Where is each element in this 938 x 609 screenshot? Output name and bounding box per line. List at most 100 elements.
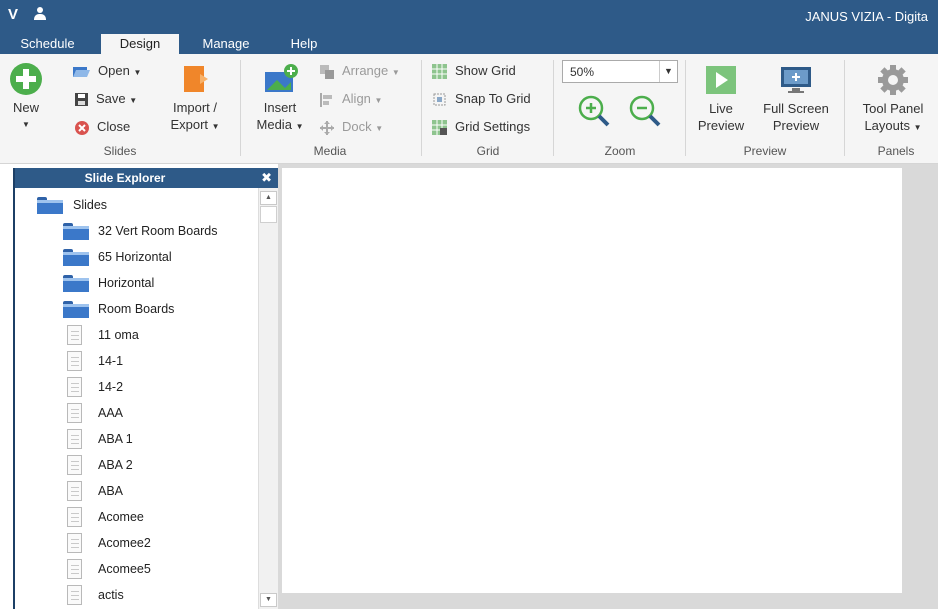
grid-settings-icon	[432, 120, 447, 136]
chevron-down-icon: ▼	[913, 123, 922, 132]
zoom-in-button[interactable]	[577, 94, 611, 128]
import-export-icon	[184, 66, 208, 92]
dock-button[interactable]: Dock ▼	[320, 118, 383, 138]
slide-item[interactable]: 14-1	[67, 348, 253, 374]
insert-image-icon	[265, 64, 298, 92]
folder-open-icon	[37, 197, 63, 214]
group-label-slides: Slides	[103, 144, 137, 158]
user-icon[interactable]	[34, 7, 46, 21]
group-label-preview: Preview	[743, 144, 787, 158]
tool-panel-label-1: Tool Panel	[862, 101, 924, 116]
new-label: New	[12, 100, 39, 115]
group-divider	[240, 60, 241, 156]
add-icon	[10, 63, 42, 95]
show-grid-button[interactable]: Show Grid	[432, 62, 516, 82]
align-button[interactable]: Align ▼	[320, 90, 382, 110]
group-label-media: Media	[313, 144, 347, 158]
folder-icon	[63, 301, 89, 318]
move-icon	[320, 120, 334, 135]
open-button[interactable]: Open ▼	[73, 62, 141, 82]
document-icon	[67, 351, 82, 371]
zoom-out-button[interactable]	[628, 94, 662, 128]
snap-to-grid-button[interactable]: Snap To Grid	[432, 90, 531, 110]
close-label: Close	[97, 119, 131, 134]
group-divider	[553, 60, 554, 156]
tree-scrollbar[interactable]: ▲ ▼	[258, 188, 278, 609]
slide-canvas[interactable]	[282, 168, 902, 593]
tool-panel-layouts-button[interactable]: Tool Panel Layouts ▼	[852, 64, 934, 136]
document-icon	[67, 507, 82, 527]
slide-tree: Slides 32 Vert Room Boards 65 Horizontal…	[15, 188, 257, 609]
chevron-down-icon: ▼	[374, 96, 383, 105]
close-button[interactable]: Close	[75, 118, 130, 138]
chevron-down-icon: ▼	[295, 122, 304, 131]
grid-icon	[432, 64, 447, 80]
slide-explorer-panel: Slide Explorer ✖ Slides 32 Vert Room Boa…	[13, 168, 278, 609]
zoom-out-icon	[629, 95, 661, 127]
document-icon	[67, 429, 82, 449]
folder-item[interactable]: 32 Vert Room Boards	[63, 218, 253, 244]
slide-label: Acomee	[98, 510, 144, 524]
grid-settings-button[interactable]: Grid Settings	[432, 118, 530, 138]
slide-item[interactable]: 14-2	[67, 374, 253, 400]
scroll-up-icon[interactable]: ▲	[260, 191, 277, 205]
slide-label: Acomee5	[98, 562, 151, 576]
slide-item[interactable]: ABA 2	[67, 452, 253, 478]
scroll-down-icon[interactable]: ▼	[260, 593, 277, 607]
ribbon: New ▼ Open ▼ Save ▼ Close Import / Expor…	[0, 54, 938, 164]
slide-item[interactable]: AAA	[67, 400, 253, 426]
tab-schedule[interactable]: Schedule	[10, 34, 85, 54]
tree-root-slides[interactable]: Slides	[37, 192, 247, 218]
slide-item[interactable]: Acomee2	[67, 530, 253, 556]
folder-label: 32 Vert Room Boards	[98, 224, 218, 238]
tab-help[interactable]: Help	[276, 34, 332, 54]
document-icon	[67, 533, 82, 553]
full-screen-preview-button[interactable]: Full Screen Preview	[756, 66, 836, 134]
folder-icon	[63, 249, 89, 266]
align-icon	[320, 92, 332, 107]
import-export-button[interactable]: Import / Export ▼	[160, 62, 230, 135]
slide-label: ABA 2	[98, 458, 133, 472]
slide-label: Acomee2	[98, 536, 151, 550]
zoom-select[interactable]: 50% ▼	[562, 60, 678, 83]
align-label: Align	[342, 91, 371, 106]
new-button[interactable]: New ▼	[6, 62, 46, 133]
slide-item[interactable]: ABA 1	[67, 426, 253, 452]
live-preview-button[interactable]: Live Preview	[693, 66, 749, 134]
save-button[interactable]: Save ▼	[75, 90, 137, 110]
slide-label: 14-1	[98, 354, 124, 368]
slide-item[interactable]: 11 oma	[67, 322, 253, 348]
tool-panel-label-2: Layouts	[864, 118, 910, 133]
grid-settings-label: Grid Settings	[455, 119, 531, 134]
close-icon	[75, 120, 89, 135]
chevron-down-icon: ▼	[133, 68, 142, 77]
group-label-grid: Grid	[476, 144, 500, 158]
slide-label: 11 oma	[98, 328, 139, 342]
folder-item[interactable]: Horizontal	[63, 270, 253, 296]
document-icon	[67, 559, 82, 579]
slide-item[interactable]: Acomee5	[67, 556, 253, 582]
slide-item[interactable]: ABA	[67, 478, 253, 504]
tab-manage[interactable]: Manage	[190, 34, 262, 54]
tab-design[interactable]: Design	[101, 34, 179, 54]
document-icon	[67, 377, 82, 397]
chevron-down-icon: ▼	[375, 124, 384, 133]
live-preview-label-2: Preview	[697, 118, 745, 133]
slide-explorer-title: Slide Explorer	[84, 171, 166, 185]
folder-item[interactable]: 65 Horizontal	[63, 244, 253, 270]
folder-label: Room Boards	[98, 302, 175, 316]
group-label-panels: Panels	[877, 144, 915, 158]
chevron-down-icon: ▼	[22, 120, 30, 129]
slide-item[interactable]: Acomee	[67, 504, 253, 530]
media-label: Media	[256, 117, 292, 132]
save-icon	[75, 93, 88, 107]
pin-icon[interactable]: ✖	[261, 170, 272, 186]
slide-item[interactable]: actis	[67, 582, 253, 608]
scrollbar-thumb[interactable]	[260, 206, 277, 223]
folder-icon	[63, 275, 89, 292]
folder-item[interactable]: Room Boards	[63, 296, 253, 322]
dropdown-arrow-icon[interactable]: ▼	[659, 61, 677, 82]
monitor-icon	[781, 67, 811, 93]
arrange-button[interactable]: Arrange ▼	[320, 62, 400, 82]
insert-media-button[interactable]: Insert Media ▼	[252, 62, 308, 135]
